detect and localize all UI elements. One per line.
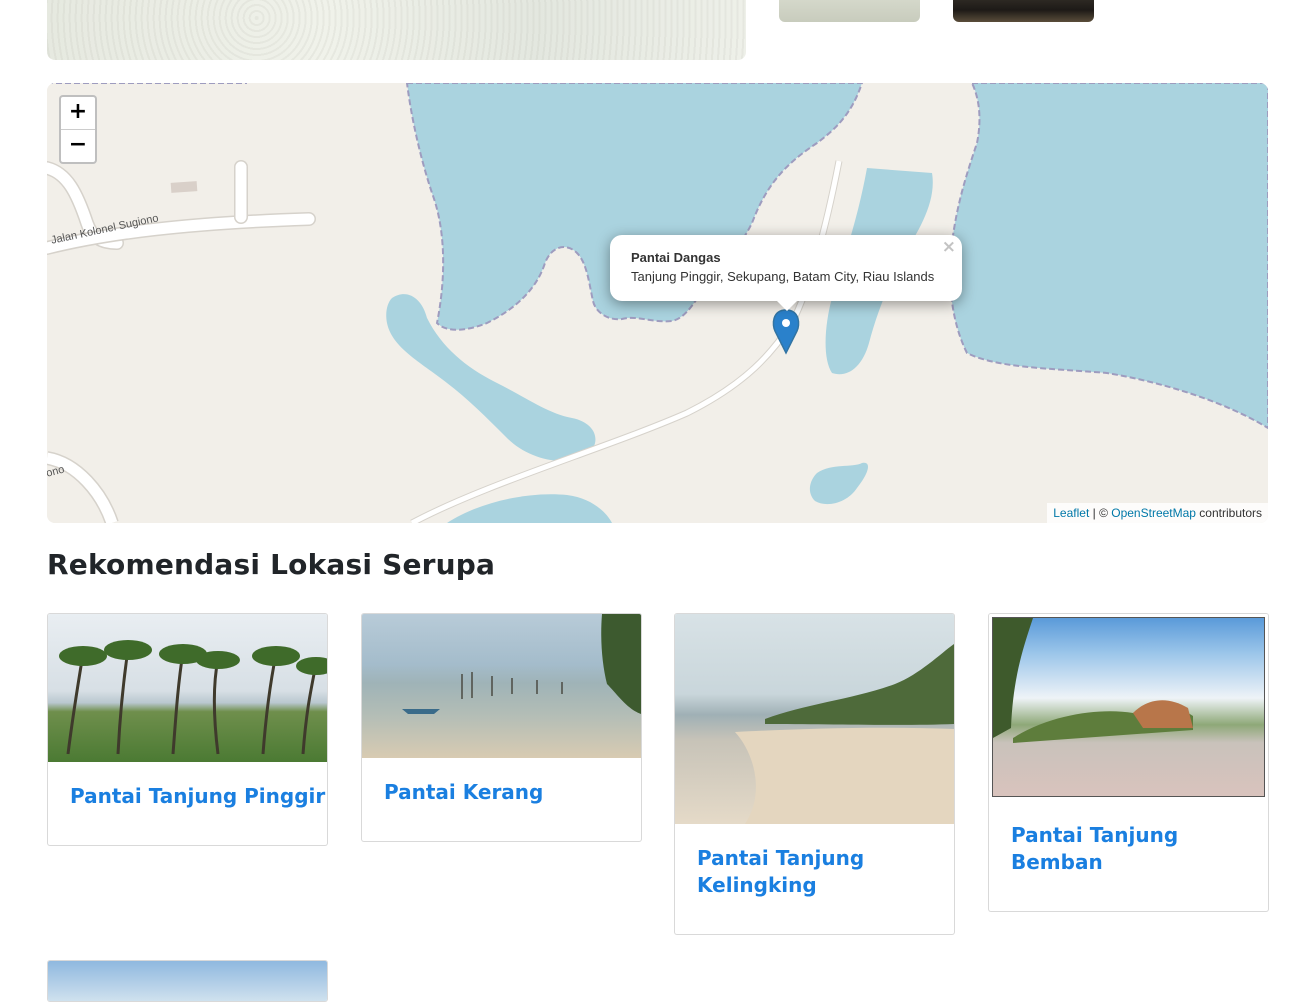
zoom-in-button[interactable]: + bbox=[61, 97, 95, 129]
card-title-link[interactable]: Pantai Kerang bbox=[384, 779, 543, 806]
leaflet-link[interactable]: Leaflet bbox=[1053, 506, 1089, 520]
card-image[interactable] bbox=[675, 614, 954, 824]
popup-address: Tanjung Pinggir, Sekupang, Batam City, R… bbox=[631, 269, 935, 284]
openstreetmap-link[interactable]: OpenStreetMap bbox=[1111, 506, 1196, 520]
card-title-link[interactable]: Pantai Tanjung Bemban bbox=[1011, 822, 1268, 876]
recommendation-card[interactable]: Pantai Tanjung Pinggir bbox=[47, 613, 328, 846]
zoom-control: + − bbox=[59, 95, 97, 164]
popup-tip bbox=[776, 300, 798, 311]
gallery-thumbnail[interactable] bbox=[779, 0, 920, 22]
card-image[interactable] bbox=[48, 614, 327, 762]
map-tiles[interactable] bbox=[47, 83, 1268, 523]
map-attribution: Leaflet | © OpenStreetMap contributors bbox=[1047, 503, 1268, 523]
recommendation-card[interactable]: Pantai Kerang bbox=[361, 613, 642, 842]
card-image[interactable] bbox=[48, 961, 327, 1001]
location-map[interactable]: Jalan Kolonel Sugiono ono + − Pantai Dan… bbox=[47, 83, 1268, 523]
card-image[interactable] bbox=[362, 614, 641, 758]
popup-title: Pantai Dangas bbox=[631, 250, 721, 265]
popup-close-icon[interactable]: × bbox=[942, 237, 956, 257]
attribution-suffix: contributors bbox=[1195, 506, 1262, 520]
zoom-out-button[interactable]: − bbox=[61, 129, 95, 162]
recommendation-card[interactable]: Pantai Tanjung Kelingking bbox=[674, 613, 955, 935]
card-title-link[interactable]: Pantai Tanjung Pinggir bbox=[70, 783, 325, 810]
gallery-thumbnail[interactable] bbox=[953, 0, 1094, 22]
recommendation-card[interactable]: Pantai Tanjung Bemban bbox=[988, 613, 1269, 912]
gallery-main-image[interactable] bbox=[47, 0, 746, 60]
map-popup: Pantai Dangas Tanjung Pinggir, Sekupang,… bbox=[610, 235, 962, 301]
card-image[interactable] bbox=[989, 614, 1268, 800]
section-title: Rekomendasi Lokasi Serupa bbox=[47, 548, 496, 581]
card-title-link[interactable]: Pantai Tanjung Kelingking bbox=[697, 845, 954, 899]
attribution-separator: | © bbox=[1089, 506, 1112, 520]
recommendation-card[interactable] bbox=[47, 960, 328, 1002]
